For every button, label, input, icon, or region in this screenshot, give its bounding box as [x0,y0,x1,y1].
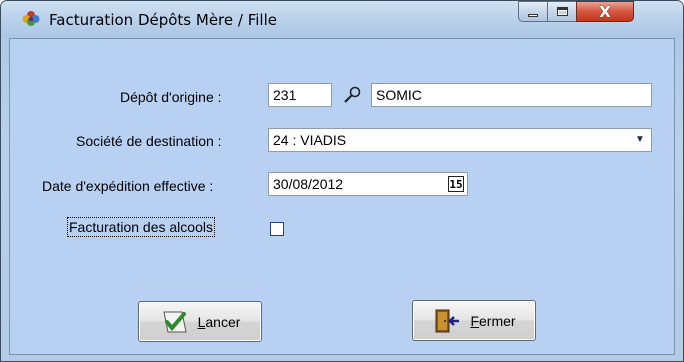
fermer-label: Fermer [470,312,516,329]
depot-code-field[interactable]: 231 [268,83,332,107]
lookup-icon[interactable] [343,85,363,105]
lancer-label: Lancer [197,313,241,330]
calendar-icon[interactable]: 15 [448,176,464,192]
societe-destination-label: Société de destination : [76,133,222,149]
dialog-body: Dépôt d'origine : 231 SOMIC Société de d… [9,38,675,355]
depot-origine-label: Dépôt d'origine : [120,89,222,105]
facturation-alcools-checkbox[interactable] [270,222,284,236]
dialog-window: Facturation Dépôts Mère / Fille X Dépôt … [0,0,684,362]
date-expedition-field[interactable]: 30/08/2012 15 [268,172,468,196]
date-expedition-value: 30/08/2012 [273,176,344,192]
maximize-button[interactable] [547,1,577,22]
flower-app-icon [22,11,40,26]
societe-destination-select[interactable]: 24 : VIADIS ▼ [268,128,652,152]
societe-destination-value: 24 : VIADIS [273,132,347,148]
chevron-down-icon[interactable]: ▼ [631,131,649,149]
checkmark-icon [162,311,187,332]
depot-name-field[interactable]: SOMIC [371,83,652,107]
date-expedition-label: Date d'expédition effective : [42,178,214,194]
close-icon: X [599,2,611,21]
maximize-icon [556,7,568,16]
exit-door-icon [435,309,460,332]
facturation-alcools-label[interactable]: Facturation des alcools [67,217,215,237]
minimize-icon [528,14,538,17]
fermer-button[interactable]: Fermer [412,300,536,341]
close-button[interactable]: X [576,1,634,22]
lancer-button[interactable]: Lancer [138,301,262,342]
window-title: Facturation Dépôts Mère / Fille [49,11,277,29]
title-bar[interactable]: Facturation Dépôts Mère / Fille X [1,1,683,38]
minimize-button[interactable] [518,1,548,22]
